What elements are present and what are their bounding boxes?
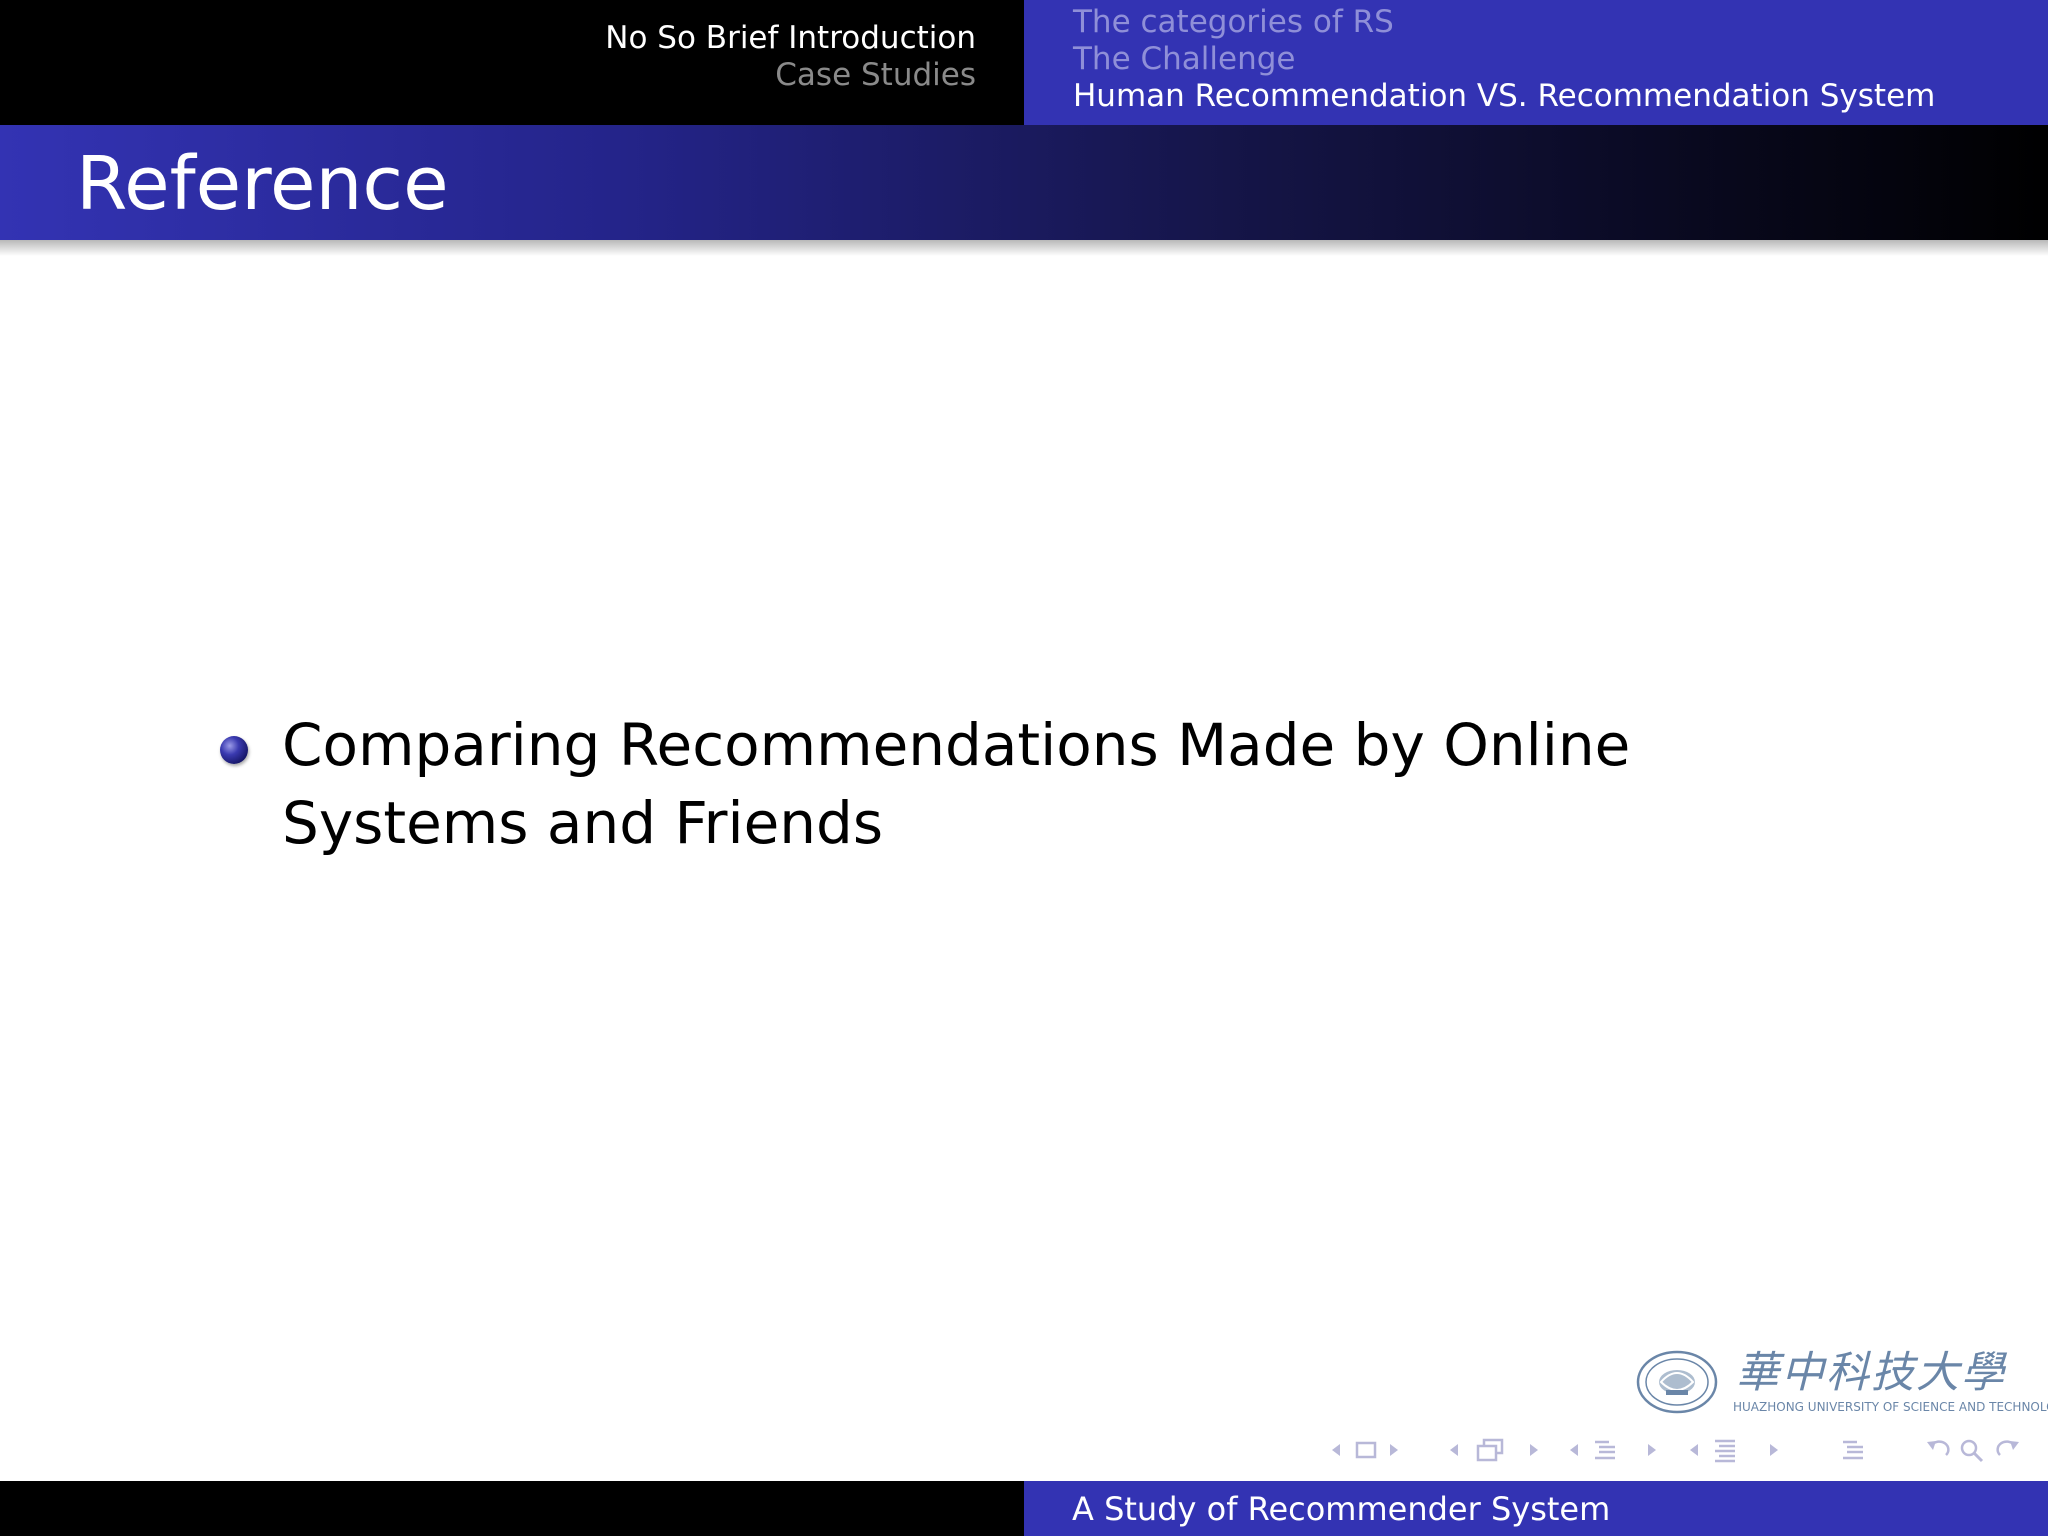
title-bar-shadow [0, 240, 2048, 256]
go-forward-icon[interactable] [1992, 1437, 2022, 1463]
presentation-icon[interactable] [1712, 1437, 1738, 1463]
frame-forward-icon[interactable] [1386, 1437, 1402, 1463]
frame-icon[interactable] [1354, 1437, 1378, 1463]
footer-left-panel [0, 1481, 1024, 1536]
bullet-ball-icon [220, 736, 248, 764]
university-seal-icon [1636, 1350, 1718, 1414]
university-logo: 華中科技大學 HUAZHONG UNIVERSITY OF SCIENCE AN… [1636, 1348, 2048, 1420]
section-link-intro[interactable]: No So Brief Introduction [605, 20, 976, 57]
footer-right-panel: A Study of Recommender System [1024, 1481, 2048, 1536]
subsection-icon[interactable] [1474, 1437, 1506, 1463]
appendix-icon[interactable] [1840, 1437, 1866, 1463]
university-name-english: HUAZHONG UNIVERSITY OF SCIENCE AND TECHN… [1733, 1400, 2048, 1414]
search-icon[interactable] [1958, 1437, 1986, 1463]
frame-title-bar: Reference [0, 125, 2048, 240]
go-back-icon[interactable] [1924, 1437, 1954, 1463]
section-navigation: No So Brief Introduction Case Studies [605, 20, 976, 94]
university-name-chinese: 華中科技大學 [1736, 1348, 2006, 1398]
section-back-icon[interactable] [1566, 1437, 1582, 1463]
header-sections-panel: No So Brief Introduction Case Studies [0, 0, 1024, 125]
section-icon[interactable] [1592, 1437, 1618, 1463]
subsection-back-icon[interactable] [1446, 1437, 1462, 1463]
subsection-link-human-vs-system[interactable]: Human Recommendation VS. Recommendation … [1073, 78, 1935, 115]
header-subsections-panel: The categories of RS The Challenge Human… [1024, 0, 2048, 125]
subsection-link-categories[interactable]: The categories of RS [1073, 4, 1935, 41]
section-forward-icon[interactable] [1644, 1437, 1660, 1463]
bullet-item: Comparing Recommendations Made by Online… [220, 706, 1840, 862]
bullet-text: Comparing Recommendations Made by Online… [282, 711, 1631, 857]
subsection-navigation: The categories of RS The Challenge Human… [1073, 4, 1935, 115]
navigation-bar [1324, 1437, 2024, 1463]
frame-back-icon[interactable] [1328, 1437, 1344, 1463]
footer-presentation-title: A Study of Recommender System [1072, 1490, 1611, 1528]
presentation-back-icon[interactable] [1686, 1437, 1702, 1463]
section-link-case-studies[interactable]: Case Studies [605, 57, 976, 94]
frame-title: Reference [76, 141, 449, 227]
presentation-forward-icon[interactable] [1766, 1437, 1782, 1463]
subsection-link-challenge[interactable]: The Challenge [1073, 41, 1935, 78]
subsection-forward-icon[interactable] [1526, 1437, 1542, 1463]
slide-content: Comparing Recommendations Made by Online… [220, 706, 1840, 862]
